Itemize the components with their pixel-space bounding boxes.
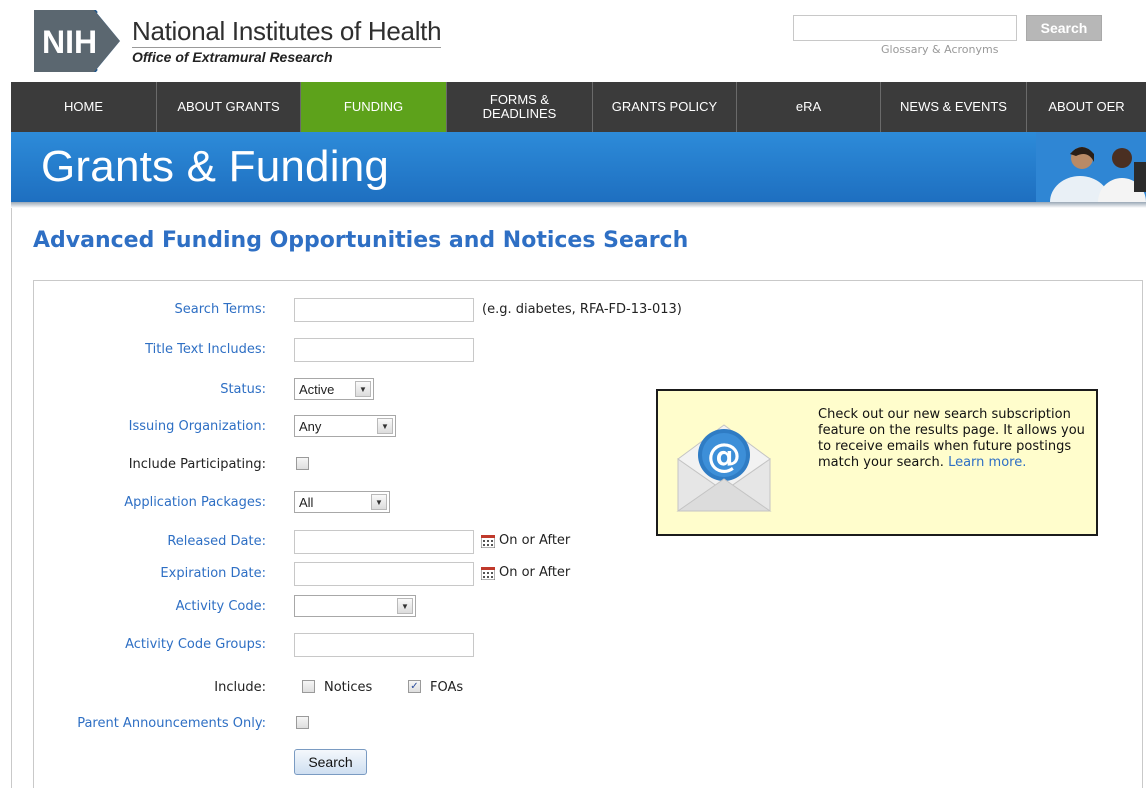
page-banner: Grants & Funding: [11, 132, 1146, 202]
nav-item-home[interactable]: HOME: [11, 82, 157, 132]
glossary-link[interactable]: Glossary & Acronyms: [881, 43, 998, 56]
released-date-input[interactable]: [294, 530, 474, 554]
learn-more-link[interactable]: Learn more.: [948, 455, 1026, 470]
nav-item-forms-deadlines[interactable]: FORMS & DEADLINES: [447, 82, 593, 132]
banner-title: Grants & Funding: [41, 142, 390, 191]
include-participating-checkbox[interactable]: [296, 457, 309, 470]
svg-text:@: @: [707, 436, 741, 476]
nav-item-era[interactable]: eRA: [737, 82, 881, 132]
title-text-label[interactable]: Title Text Includes:: [145, 342, 266, 357]
expiration-date-label[interactable]: Expiration Date:: [160, 566, 266, 581]
site-search-button[interactable]: Search: [1026, 15, 1102, 41]
page-title: Advanced Funding Opportunities and Notic…: [33, 228, 689, 253]
main-nav: HOME ABOUT GRANTS FUNDING FORMS & DEADLI…: [11, 82, 1146, 132]
parent-only-label[interactable]: Parent Announcements Only:: [77, 716, 266, 731]
application-packages-label[interactable]: Application Packages:: [124, 495, 266, 510]
issuing-org-label[interactable]: Issuing Organization:: [129, 419, 266, 434]
row-include: Include: Notices ✓ FOAs: [34, 676, 1142, 700]
chevron-down-icon: ▼: [397, 598, 413, 614]
nav-item-about-oer[interactable]: ABOUT OER: [1027, 82, 1146, 132]
nih-logo-text: NIH: [42, 24, 97, 60]
banner-shadow: [11, 202, 1146, 208]
chevron-down-icon: ▼: [377, 418, 393, 434]
title-text-input[interactable]: [294, 338, 474, 362]
foas-label: FOAs: [430, 680, 464, 695]
nih-logo[interactable]: NIH National Institutes of Health Office…: [34, 10, 442, 72]
released-date-qualifier: On or After: [499, 533, 571, 548]
row-expiration-date: Expiration Date: On or After: [34, 562, 1142, 586]
expiration-date-input[interactable]: [294, 562, 474, 586]
nav-item-grants-policy[interactable]: GRANTS POLICY: [593, 82, 737, 132]
issuing-org-select[interactable]: Any ▼: [294, 415, 396, 437]
include-label: Include:: [214, 680, 266, 695]
row-title-text: Title Text Includes:: [34, 338, 1142, 362]
search-terms-hint: (e.g. diabetes, RFA-FD-13-013): [482, 302, 682, 317]
nav-item-news-events[interactable]: NEWS & EVENTS: [881, 82, 1027, 132]
calendar-icon[interactable]: [481, 567, 495, 580]
activity-code-groups-label[interactable]: Activity Code Groups:: [125, 637, 266, 652]
row-search-terms: Search Terms: (e.g. diabetes, RFA-FD-13-…: [34, 298, 1142, 322]
nih-logo-mark: NIH: [34, 10, 124, 72]
issuing-org-value: Any: [299, 419, 322, 434]
application-packages-select[interactable]: All ▼: [294, 491, 390, 513]
search-terms-label[interactable]: Search Terms:: [175, 302, 266, 317]
status-label[interactable]: Status:: [220, 382, 266, 397]
calendar-icon[interactable]: [481, 535, 495, 548]
site-subtitle: Office of Extramural Research: [132, 46, 442, 66]
parent-only-checkbox[interactable]: [296, 716, 309, 729]
notices-checkbox[interactable]: [302, 680, 315, 693]
search-submit-button[interactable]: Search: [294, 749, 367, 775]
subscription-promo: @ Check out our new search subscription …: [656, 389, 1098, 536]
expiration-date-qualifier: On or After: [499, 565, 571, 580]
chevron-down-icon: ▼: [371, 494, 387, 510]
include-participating-label: Include Participating:: [128, 457, 266, 472]
site-header: NIH National Institutes of Health Office…: [0, 0, 1146, 82]
activity-code-label[interactable]: Activity Code:: [176, 599, 266, 614]
scientists-photo: [1036, 132, 1146, 202]
nav-item-funding[interactable]: FUNDING: [301, 82, 447, 132]
status-value: Active: [299, 382, 335, 397]
notices-label: Notices: [324, 680, 373, 695]
row-parent-only: Parent Announcements Only:: [34, 712, 1142, 736]
nav-item-about-grants[interactable]: ABOUT GRANTS: [157, 82, 301, 132]
search-terms-input[interactable]: [294, 298, 474, 322]
activity-code-select[interactable]: ▼: [294, 595, 416, 617]
email-envelope-icon: @: [676, 424, 772, 512]
site-title: National Institutes of Health: [132, 15, 442, 46]
status-select[interactable]: Active ▼: [294, 378, 374, 400]
chevron-down-icon: ▼: [355, 381, 371, 397]
released-date-label[interactable]: Released Date:: [167, 534, 266, 549]
activity-code-groups-input[interactable]: [294, 633, 474, 657]
site-search-input[interactable]: [793, 15, 1017, 41]
row-activity-code-groups: Activity Code Groups:: [34, 633, 1142, 657]
row-activity-code: Activity Code: ▼: [34, 595, 1142, 619]
foas-checkbox[interactable]: ✓: [408, 680, 421, 693]
application-packages-value: All: [299, 495, 314, 510]
